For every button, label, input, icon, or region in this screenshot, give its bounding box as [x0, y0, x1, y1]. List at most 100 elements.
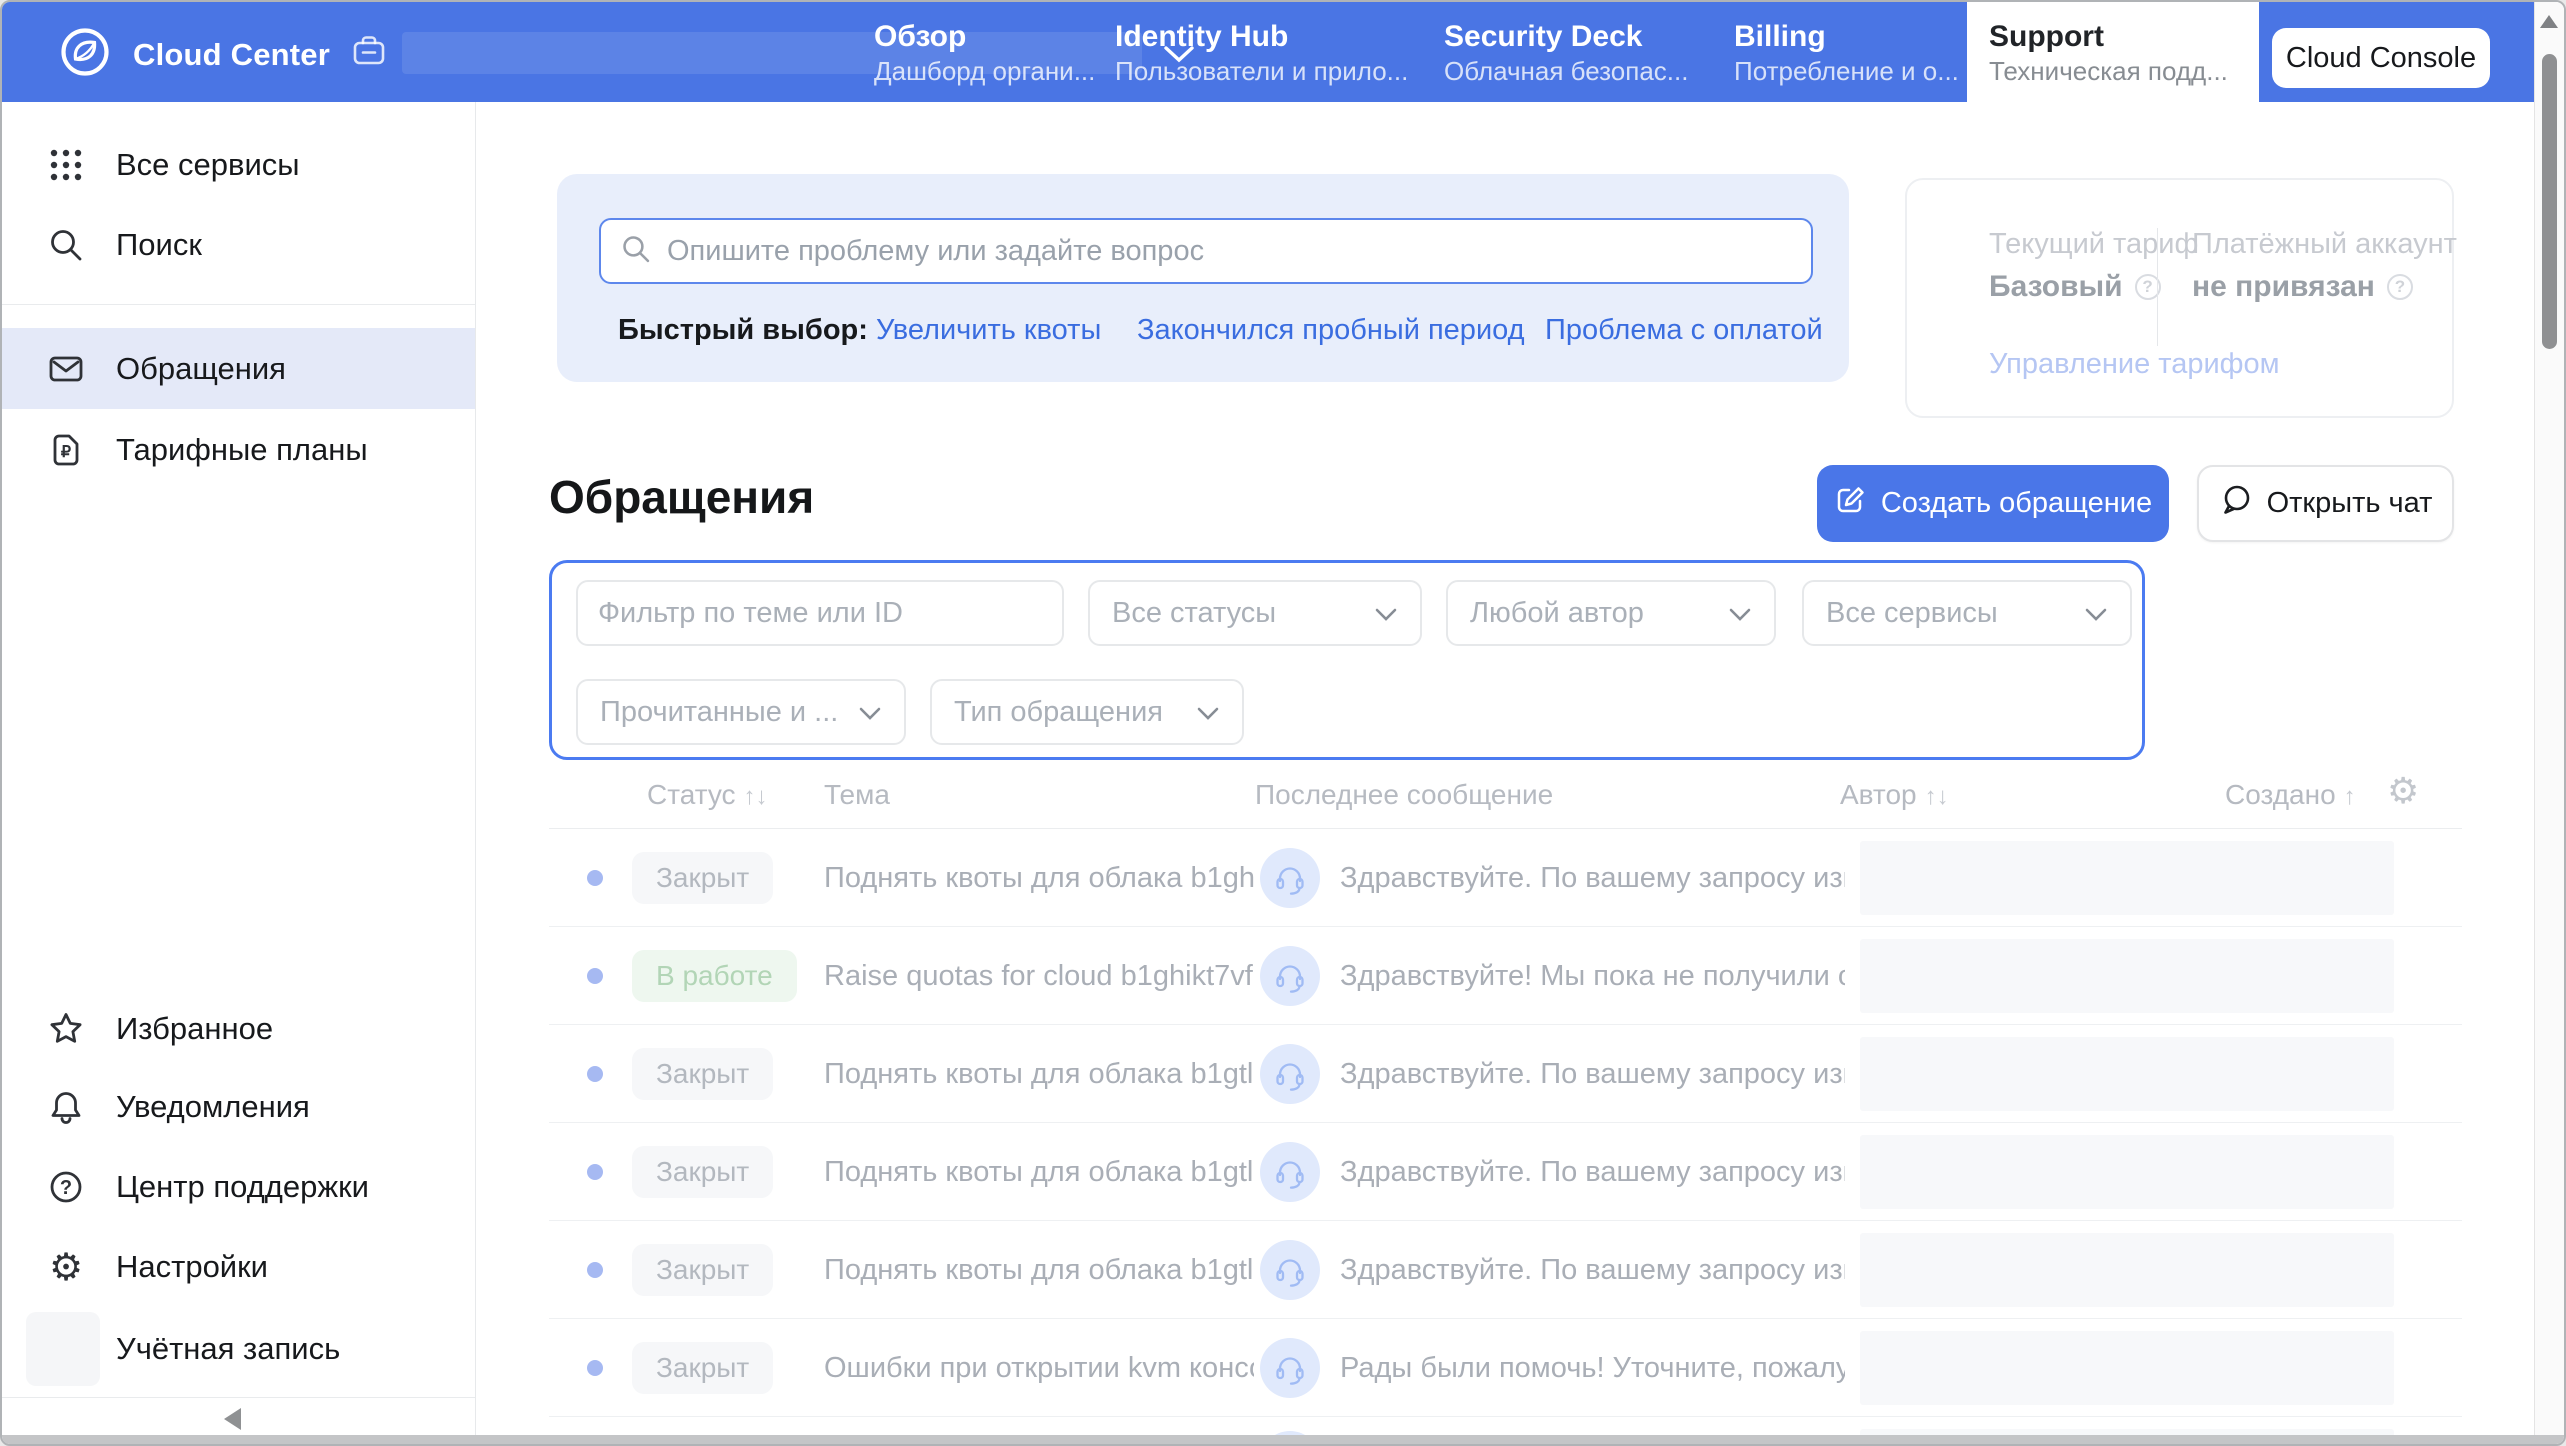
briefcase-icon [350, 31, 388, 74]
table-row[interactable]: Закрыт Поднять квоты для облака b1gtl2k … [549, 1221, 2462, 1319]
quick-link-increase-quotas[interactable]: Увеличить квоты [876, 314, 1101, 347]
column-header-author[interactable]: Автор↑↓ [1840, 779, 1949, 811]
billing-account-value: не привязан ? [2192, 270, 2413, 304]
ticket-type-filter-select[interactable]: Тип обращения [930, 679, 1244, 745]
bell-icon [46, 1087, 86, 1127]
current-tariff-label: Текущий тариф [1989, 228, 2198, 261]
redacted-author-created [1860, 841, 2394, 915]
ticket-filters-panel: Все статусы Любой автор Все сервисы Проч… [549, 560, 2145, 760]
sidebar: Все сервисы Поиск Обращения [2, 102, 476, 1439]
current-tariff-value: Базовый ? [1989, 270, 2161, 304]
headset-icon [1272, 1350, 1308, 1386]
open-chat-button[interactable]: Открыть чат [2197, 465, 2454, 542]
support-agent-avatar [1260, 946, 1320, 1006]
table-row[interactable]: Закрыт Ошибки при открытии kvm консоли Р… [549, 1319, 2462, 1417]
manage-tariff-link[interactable]: Управление тарифом [1989, 348, 2280, 381]
svg-text:₽: ₽ [61, 444, 71, 461]
collapse-sidebar-button[interactable] [224, 1408, 241, 1430]
tab-overview[interactable]: Обзор Дашборд органи... [852, 2, 1093, 102]
column-header-topic: Тема [824, 779, 890, 811]
sidebar-item-pricing-plans[interactable]: ₽ Тарифные планы [2, 410, 475, 490]
tab-identity-hub[interactable]: Identity Hub Пользователи и прило... [1093, 2, 1422, 102]
table-row[interactable]: Закрыт Поднять квоты для облака b1gtl2k … [549, 1025, 2462, 1123]
tariff-divider [2157, 228, 2158, 346]
read-state-filter-select[interactable]: Прочитанные и ... [576, 679, 906, 745]
chevron-down-icon [1728, 597, 1752, 630]
unread-dot [587, 870, 603, 886]
author-filter-select[interactable]: Любой автор [1446, 580, 1776, 646]
sidebar-item-account[interactable]: Учётная запись [2, 1309, 475, 1389]
headset-icon [1272, 1252, 1308, 1288]
svg-text:?: ? [60, 1177, 72, 1199]
status-filter-select[interactable]: Все статусы [1088, 580, 1422, 646]
last-message-preview: Здравствуйте. По вашему запросу изме [1340, 1156, 1845, 1189]
column-header-created[interactable]: Создано↑ [2225, 779, 2356, 811]
tickets-table: Статус↑↓ Тема Последнее сообщение Автор↑… [549, 757, 2462, 1446]
ticket-topic: Поднять квоты для облака b1gtl2k [824, 1156, 1254, 1189]
headset-icon [1272, 860, 1308, 896]
service-filter-select[interactable]: Все сервисы [1802, 580, 2132, 646]
question-circle-icon: ? [46, 1167, 86, 1207]
ruble-document-icon: ₽ [46, 430, 86, 470]
sidebar-item-favorites[interactable]: Избранное [2, 989, 475, 1069]
sidebar-item-support-center[interactable]: ? Центр поддержки [2, 1147, 475, 1227]
quick-link-payment-problem[interactable]: Проблема с оплатой [1545, 314, 1823, 347]
support-agent-avatar [1260, 1338, 1320, 1398]
table-settings-gear-icon[interactable]: ⚙ [2387, 771, 2419, 812]
billing-help-icon[interactable]: ? [2387, 274, 2413, 300]
brand-logo[interactable]: Cloud Center [59, 26, 330, 83]
last-message-preview: Здравствуйте. По вашему запросу изме [1340, 1058, 1845, 1091]
support-agent-avatar [1260, 848, 1320, 908]
sidebar-item-all-services[interactable]: Все сервисы [2, 125, 475, 205]
sidebar-item-notifications[interactable]: Уведомления [2, 1067, 475, 1147]
table-row[interactable]: В работе Raise quotas for cloud b1ghikt7… [549, 927, 2462, 1025]
quick-link-trial-ended[interactable]: Закончился пробный период [1137, 314, 1525, 347]
scrollbar-thumb[interactable] [2542, 54, 2557, 349]
tab-support[interactable]: Support Техническая подд... [1967, 2, 2259, 102]
page-title: Обращения [549, 470, 814, 524]
edit-icon [1834, 484, 1866, 524]
support-agent-avatar [1260, 1044, 1320, 1104]
sidebar-divider [2, 304, 475, 305]
tab-billing[interactable]: Billing Потребление и о... [1712, 2, 1967, 102]
redacted-author-created [1860, 1233, 2394, 1307]
support-search-input[interactable] [667, 235, 1793, 268]
sidebar-footer [2, 1397, 475, 1439]
chat-bubble-icon [2219, 483, 2253, 525]
last-message-preview: Здравствуйте. По вашему запросу изме [1340, 862, 1845, 895]
topic-filter-field[interactable] [576, 580, 1064, 646]
chevron-down-icon [2084, 597, 2108, 630]
vertical-scrollbar[interactable] [2534, 2, 2564, 1446]
ticket-topic: Поднять квоты для облака b1ghikt7 [824, 862, 1254, 895]
support-agent-avatar [1260, 1142, 1320, 1202]
support-search-box[interactable] [599, 218, 1813, 284]
table-row[interactable]: Закрыт Поднять квоты для облака b1gtl2k … [549, 1123, 2462, 1221]
support-agent-avatar [1260, 1240, 1320, 1300]
support-search-card: Быстрый выбор: Увеличить квоты Закончилс… [557, 174, 1849, 382]
search-icon [46, 225, 86, 265]
table-row[interactable]: Закрыт Поднять квоты для облака b1ghikt7… [549, 829, 2462, 927]
sidebar-item-search[interactable]: Поиск [2, 205, 475, 285]
gear-icon: ⚙ [46, 1247, 86, 1287]
create-ticket-button[interactable]: Создать обращение [1817, 465, 2169, 542]
sort-icon: ↑↓ [744, 783, 768, 810]
last-message-preview: Здравствуйте. По вашему запросу изме [1340, 1254, 1845, 1287]
redacted-author-created [1860, 1331, 2394, 1405]
headset-icon [1272, 1056, 1308, 1092]
topic-filter-input[interactable] [598, 597, 1042, 630]
ticket-topic: Ошибки при открытии kvm консоли [824, 1352, 1254, 1385]
last-message-preview: Рады были помочь! Уточните, пожалуйс [1340, 1352, 1845, 1385]
chevron-down-icon [1196, 696, 1220, 729]
cloud-console-button[interactable]: Cloud Console [2272, 28, 2490, 88]
tab-security-deck[interactable]: Security Deck Облачная безопас... [1422, 2, 1712, 102]
unread-dot [587, 968, 603, 984]
sidebar-item-settings[interactable]: ⚙ Настройки [2, 1227, 475, 1307]
scroll-up-arrow-icon[interactable] [2540, 15, 2558, 28]
sidebar-item-tickets[interactable]: Обращения [2, 328, 475, 409]
column-header-status[interactable]: Статус↑↓ [647, 779, 768, 811]
sort-icon: ↑↓ [1925, 783, 1949, 810]
top-header: Cloud Center Обзор Дашборд органи... [2, 2, 2536, 102]
headset-icon [1272, 1154, 1308, 1190]
status-badge: Закрыт [632, 1342, 773, 1394]
chevron-down-icon [858, 696, 882, 729]
